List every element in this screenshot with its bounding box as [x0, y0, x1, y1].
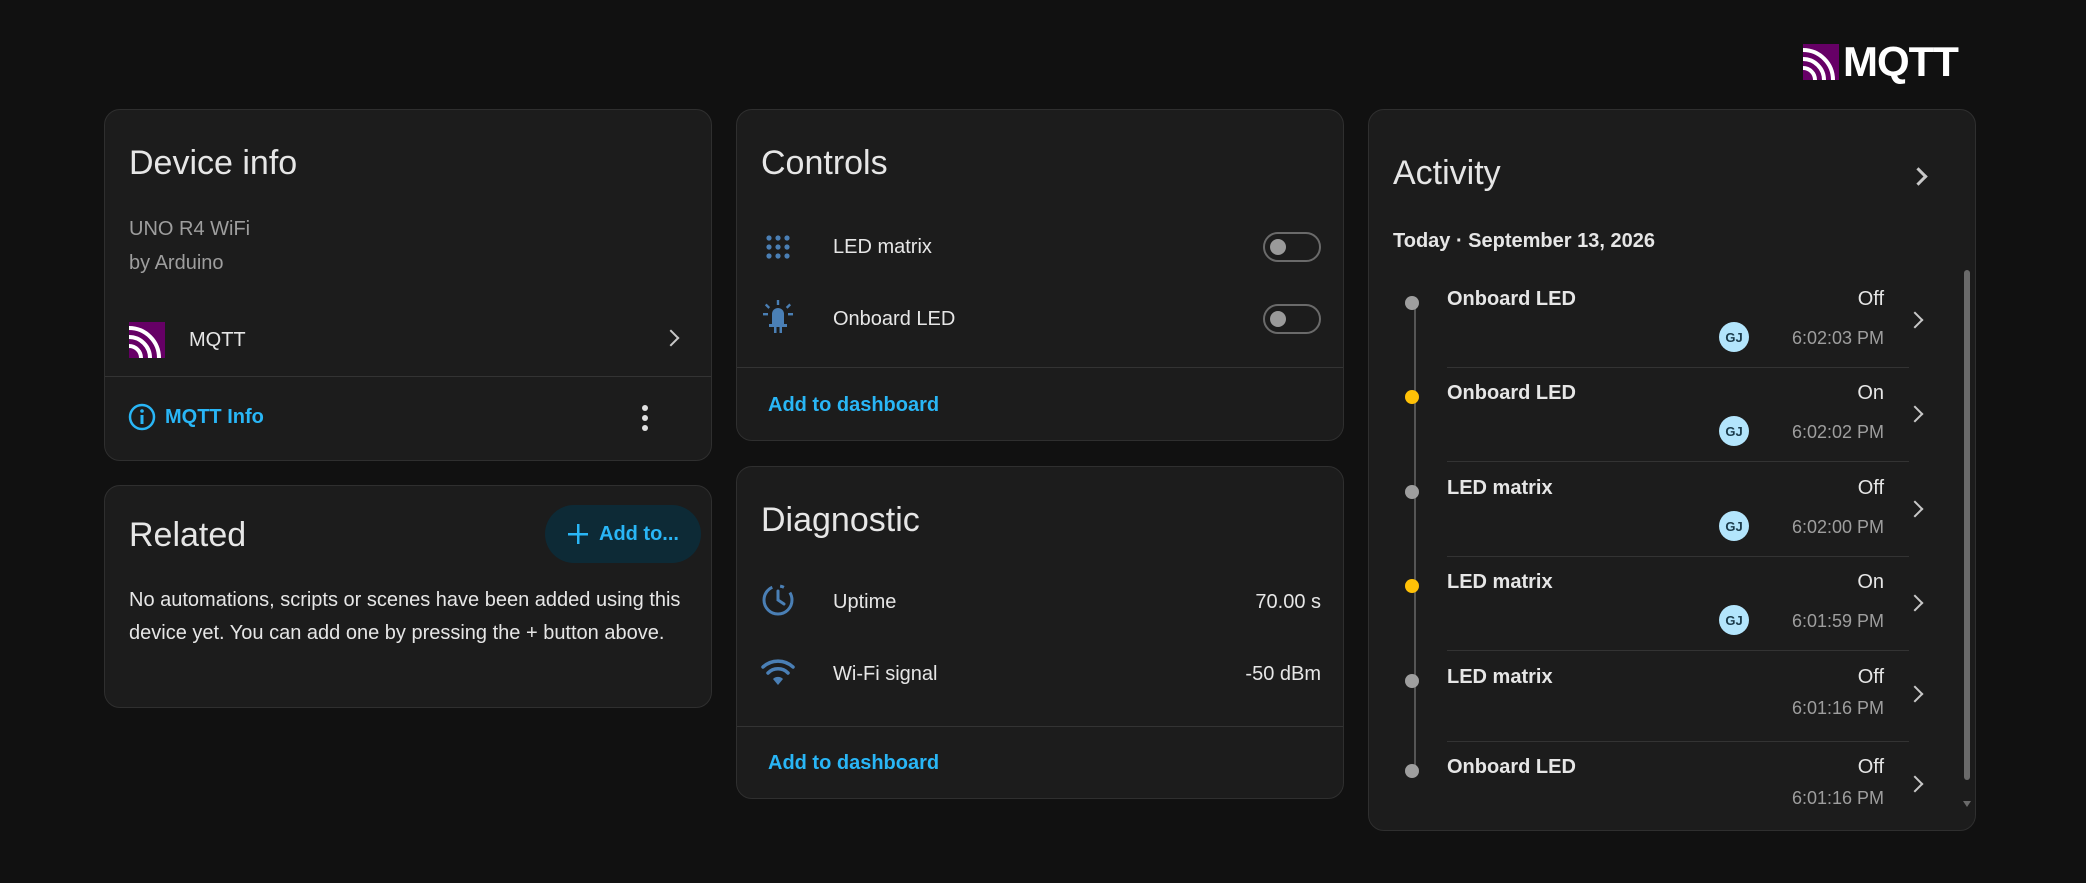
activity-entity-name: Onboard LED	[1447, 288, 1576, 310]
user-avatar: GJ	[1719, 416, 1749, 446]
controls-title: Controls	[761, 144, 888, 182]
activity-entry[interactable]: Onboard LED On GJ 6:02:02 PM	[1369, 368, 1949, 462]
diagnostic-value: 70.00 s	[1255, 591, 1321, 613]
activity-entity-name: LED matrix	[1447, 666, 1553, 688]
control-label: LED matrix	[833, 236, 932, 258]
wifi-icon	[761, 659, 795, 685]
led-matrix-toggle[interactable]	[1263, 232, 1321, 262]
activity-state: Off	[1857, 666, 1884, 688]
activity-time: 6:02:00 PM	[1791, 517, 1884, 537]
controls-divider	[737, 367, 1343, 368]
info-circle-icon	[128, 403, 156, 431]
controls-add-to-dashboard-link[interactable]: Add to dashboard	[768, 394, 939, 417]
activity-time: 6:01:59 PM	[1791, 611, 1884, 631]
diagnostic-value: -50 dBm	[1245, 663, 1321, 685]
activity-title: Activity	[1393, 154, 1501, 192]
diagnostic-divider	[737, 726, 1343, 727]
mqtt-info-link[interactable]: MQTT Info	[127, 402, 264, 432]
diagnostic-title: Diagnostic	[761, 501, 920, 539]
activity-divider	[1447, 461, 1909, 462]
chevron-right-icon	[1906, 500, 1924, 518]
clock-icon	[762, 584, 794, 616]
device-manufacturer: by Arduino	[129, 252, 224, 274]
mqtt-logo: MQTT	[1803, 38, 1959, 86]
activity-state: Off	[1857, 756, 1884, 778]
activity-time: 6:01:16 PM	[1791, 788, 1884, 808]
user-avatar: GJ	[1719, 511, 1749, 541]
related-card: Related Add to... No automations, script…	[104, 485, 712, 708]
chevron-right-icon	[1906, 685, 1924, 703]
control-label: Onboard LED	[833, 308, 956, 330]
activity-time: 6:02:03 PM	[1791, 328, 1884, 348]
integration-label: MQTT	[189, 329, 246, 351]
chevron-right-icon	[1906, 311, 1924, 329]
more-options-button[interactable]	[635, 404, 655, 432]
chevron-right-icon	[1906, 775, 1924, 793]
related-message: No automations, scripts or scenes have b…	[129, 589, 681, 644]
controls-card: Controls LED matrix Onboard LED Add to d…	[736, 109, 1344, 441]
device-info-title: Device info	[129, 144, 298, 182]
activity-entity-name: LED matrix	[1447, 477, 1553, 499]
timeline-dot	[1405, 579, 1419, 593]
activity-state: Off	[1857, 477, 1884, 499]
activity-entry[interactable]: LED matrix Off GJ 6:02:00 PM	[1369, 463, 1949, 557]
plus-icon	[568, 524, 588, 544]
integration-row-mqtt[interactable]: MQTT	[105, 310, 711, 370]
led-icon	[763, 300, 793, 333]
activity-divider	[1447, 650, 1909, 651]
activity-state: On	[1857, 571, 1884, 593]
activity-entry[interactable]: LED matrix Off 6:01:16 PM	[1369, 652, 1949, 742]
diagnostic-label: Wi-Fi signal	[833, 663, 938, 685]
mqtt-info-label: MQTT Info	[165, 405, 264, 428]
diagnostic-label: Uptime	[833, 591, 897, 613]
activity-list: Onboard LED Off GJ 6:02:03 PM Onboard LE…	[1369, 274, 1975, 830]
activity-card: Activity Today · September 13, 2026 Onbo…	[1368, 109, 1976, 831]
chevron-right-icon[interactable]	[1909, 167, 1928, 186]
control-row-led-matrix[interactable]: LED matrix	[737, 222, 1343, 272]
user-avatar: GJ	[1719, 605, 1749, 635]
activity-entry[interactable]: LED matrix On GJ 6:01:59 PM	[1369, 557, 1949, 651]
add-to-button[interactable]: Add to...	[545, 505, 701, 563]
device-info-divider	[105, 376, 711, 377]
onboard-led-toggle[interactable]	[1263, 304, 1321, 334]
activity-time: 6:01:16 PM	[1791, 698, 1884, 718]
dots-vertical-icon	[642, 405, 648, 431]
diagnostic-row-uptime[interactable]: Uptime 70.00 s	[737, 575, 1343, 625]
timeline-dot	[1405, 674, 1419, 688]
timeline-dot	[1405, 296, 1419, 310]
device-model: UNO R4 WiFi	[129, 218, 251, 240]
activity-time: 6:02:02 PM	[1791, 422, 1884, 442]
activity-entity-name: Onboard LED	[1447, 756, 1576, 778]
chevron-right-icon	[1906, 594, 1924, 612]
device-info-card: Device info UNO R4 WiFi by Arduino MQTT …	[104, 109, 712, 461]
diagnostic-add-to-dashboard-link[interactable]: Add to dashboard	[768, 752, 939, 775]
activity-state: Off	[1857, 288, 1884, 310]
mqtt-logo-text: MQTT	[1843, 38, 1959, 85]
user-avatar: GJ	[1719, 322, 1749, 352]
chevron-right-icon	[1906, 405, 1924, 423]
activity-entity-name: Onboard LED	[1447, 382, 1576, 404]
diagnostic-card: Diagnostic Uptime 70.00 s Wi-Fi signal -…	[736, 466, 1344, 799]
timeline-dot	[1405, 485, 1419, 499]
activity-entry[interactable]: Onboard LED Off GJ 6:02:03 PM	[1369, 274, 1949, 368]
mqtt-logo-icon	[1803, 44, 1839, 80]
timeline-dot	[1405, 390, 1419, 404]
mqtt-integration-icon	[129, 322, 165, 358]
dot-grid-icon	[766, 235, 790, 259]
chevron-right-icon	[662, 329, 680, 347]
diagnostic-row-wifi-signal[interactable]: Wi-Fi signal -50 dBm	[737, 647, 1343, 697]
activity-entry[interactable]: Onboard LED Off 6:01:16 PM	[1369, 742, 1949, 830]
activity-state: On	[1857, 382, 1884, 404]
activity-entity-name: LED matrix	[1447, 571, 1553, 593]
related-title: Related	[129, 516, 247, 554]
activity-date-header: Today · September 13, 2026	[1393, 230, 1655, 252]
control-row-onboard-led[interactable]: Onboard LED	[737, 294, 1343, 344]
add-to-label: Add to...	[599, 522, 679, 545]
timeline-dot	[1405, 764, 1419, 778]
